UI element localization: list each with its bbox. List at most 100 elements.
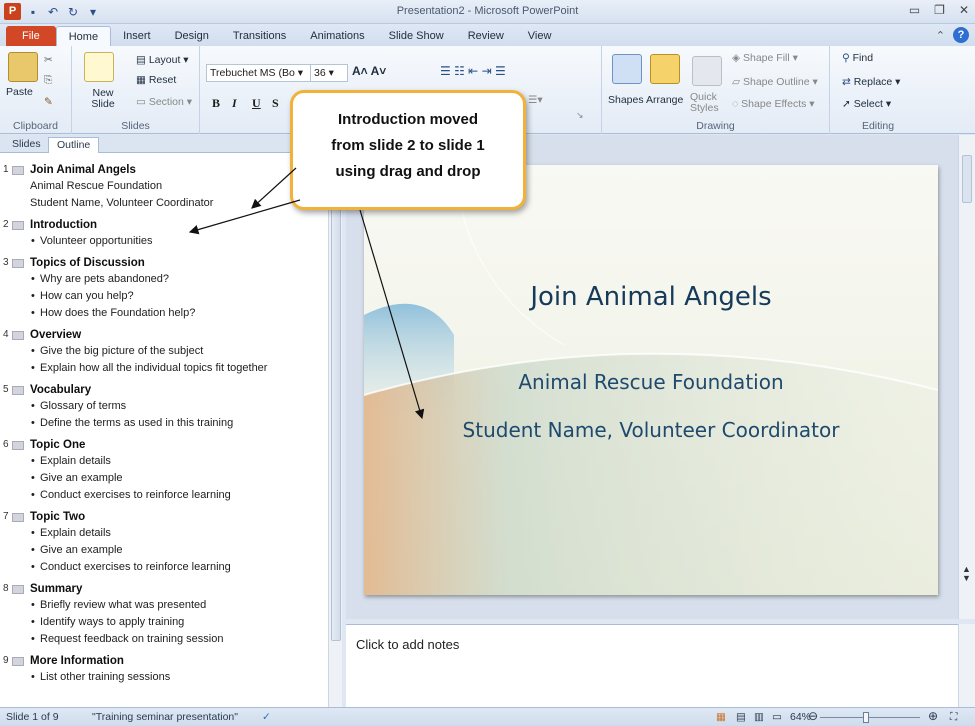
spelling-check-icon[interactable]: ✓ xyxy=(262,711,271,723)
tab-design[interactable]: Design xyxy=(163,26,221,46)
outline-bullet[interactable]: Give the big picture of the subject xyxy=(18,343,328,360)
paragraph-launcher-icon[interactable]: ↘ xyxy=(576,110,584,121)
prev-next-slide-icon[interactable]: ▲ ▼ xyxy=(962,565,971,583)
font-name-select[interactable]: Trebuchet MS (Bo ▾ xyxy=(206,64,316,82)
outline-slide-4[interactable]: 4 OverviewGive the big picture of the sub… xyxy=(0,328,328,383)
shape-outline-button[interactable]: ▱ Shape Outline ▾ xyxy=(732,76,818,88)
outline-scrollbar[interactable] xyxy=(328,153,342,707)
slide-title[interactable]: Join Animal Angels xyxy=(364,282,938,312)
align-icon[interactable]: ☰▾ xyxy=(528,94,543,106)
strikethrough-button[interactable]: S xyxy=(272,96,279,111)
slide-icon[interactable] xyxy=(12,331,24,340)
slide-icon[interactable] xyxy=(12,513,24,522)
restore-icon[interactable]: ❐ xyxy=(934,3,945,17)
paste-button[interactable]: Paste xyxy=(6,86,33,98)
outline-slide-title[interactable]: Topic One xyxy=(18,438,328,453)
zoom-slider-knob[interactable] xyxy=(863,712,869,723)
quick-styles-button[interactable]: Quick Styles xyxy=(690,92,724,114)
outline-scroll-thumb[interactable] xyxy=(331,161,341,641)
new-slide-button[interactable]: New Slide xyxy=(88,88,118,110)
slide-subtitle[interactable]: Animal Rescue Foundation xyxy=(364,370,938,394)
minimize-icon[interactable]: ▭ xyxy=(909,3,920,17)
quick-styles-icon[interactable] xyxy=(692,56,722,86)
outline-bullet[interactable]: Volunteer opportunities xyxy=(18,233,328,250)
outline-bullet[interactable]: Give an example xyxy=(18,542,328,559)
slide-icon[interactable] xyxy=(12,386,24,395)
notes-pane[interactable]: Click to add notes xyxy=(346,624,958,707)
slide-icon[interactable] xyxy=(12,585,24,594)
slide-icon[interactable] xyxy=(12,166,24,175)
select-button[interactable]: ➚ Select ▾ xyxy=(842,98,891,110)
slide-scroll-thumb[interactable] xyxy=(962,155,972,203)
bullets-icon[interactable]: ☰ ☷ ⇤ ⇥ ☰ xyxy=(440,64,506,78)
theme-name[interactable]: "Training seminar presentation" xyxy=(92,711,238,723)
outline-text-line[interactable]: Animal Rescue Foundation xyxy=(18,178,328,195)
font-size-select[interactable]: 36 ▾ xyxy=(310,64,348,82)
notes-placeholder[interactable]: Click to add notes xyxy=(356,637,459,652)
slide-icon[interactable] xyxy=(12,657,24,666)
outline-slide-title[interactable]: Join Animal Angels xyxy=(18,163,328,178)
cut-icon[interactable]: ✂ xyxy=(44,54,53,66)
format-painter-icon[interactable]: ✎ xyxy=(44,96,53,108)
outline-text-line[interactable]: Student Name, Volunteer Coordinator xyxy=(18,195,328,212)
outline-bullet[interactable]: Request feedback on training session xyxy=(18,631,328,648)
zoom-out-icon[interactable]: ⊖ xyxy=(808,709,818,723)
tab-slides[interactable]: Slides xyxy=(4,137,49,153)
tab-insert[interactable]: Insert xyxy=(111,26,163,46)
outline-bullet[interactable]: Give an example xyxy=(18,470,328,487)
minimize-ribbon-icon[interactable]: ⌃ xyxy=(936,29,945,42)
section-button[interactable]: ▭ Section ▾ xyxy=(136,96,192,108)
outline-bullet[interactable]: How can you help? xyxy=(18,288,328,305)
slide-canvas[interactable]: Join Animal Angels Animal Rescue Foundat… xyxy=(364,165,938,595)
italic-button[interactable]: I xyxy=(232,96,237,111)
outline-bullet[interactable]: Conduct exercises to reinforce learning xyxy=(18,559,328,576)
reading-view-icon[interactable]: ▥ xyxy=(754,711,764,723)
outline-bullet[interactable]: Briefly review what was presented xyxy=(18,597,328,614)
copy-icon[interactable]: ⎘ xyxy=(44,74,52,87)
grow-font-icon[interactable]: A˄ A˅ xyxy=(352,64,386,78)
help-icon[interactable]: ? xyxy=(953,27,969,43)
outline-bullet[interactable]: Why are pets abandoned? xyxy=(18,271,328,288)
notes-scrollbar[interactable] xyxy=(958,624,975,707)
outline-slide-5[interactable]: 5 VocabularyGlossary of termsDefine the t… xyxy=(0,383,328,438)
shape-effects-button[interactable]: ◌ Shape Effects ▾ xyxy=(732,98,815,110)
slide-scrollbar[interactable]: ▲ ▼ xyxy=(958,135,975,619)
paste-icon[interactable] xyxy=(8,52,38,82)
outline-slide-3[interactable]: 3 Topics of DiscussionWhy are pets abando… xyxy=(0,256,328,328)
slide-subtitle-2[interactable]: Student Name, Volunteer Coordinator xyxy=(364,418,938,442)
zoom-slider[interactable] xyxy=(820,717,920,718)
close-icon[interactable]: ✕ xyxy=(959,3,969,17)
outline-bullet[interactable]: Explain details xyxy=(18,453,328,470)
zoom-in-icon[interactable]: ⊕ xyxy=(928,709,938,723)
tab-file[interactable]: File xyxy=(6,26,56,46)
outline-slide-7[interactable]: 7 Topic TwoExplain detailsGive an example… xyxy=(0,510,328,582)
outline-bullet[interactable]: Identify ways to apply training xyxy=(18,614,328,631)
outline-slide-title[interactable]: Topics of Discussion xyxy=(18,256,328,271)
outline-bullet[interactable]: Glossary of terms xyxy=(18,398,328,415)
outline-slide-1[interactable]: 1 Join Animal Angels Animal Rescue Foundat… xyxy=(0,163,328,218)
outline-bullet[interactable]: List other training sessions xyxy=(18,669,328,686)
replace-button[interactable]: ⇄ Replace ▾ xyxy=(842,76,900,88)
new-slide-icon[interactable] xyxy=(84,52,114,82)
outline-bullet[interactable]: Conduct exercises to reinforce learning xyxy=(18,487,328,504)
shape-fill-button[interactable]: ◈ Shape Fill ▾ xyxy=(732,52,798,64)
shapes-button[interactable]: Shapes xyxy=(608,94,644,106)
outline-slide-title[interactable]: Vocabulary xyxy=(18,383,328,398)
reset-button[interactable]: ▦ Reset xyxy=(136,74,176,86)
outline-slide-title[interactable]: More Information xyxy=(18,654,328,669)
arrange-button[interactable]: Arrange xyxy=(646,94,683,106)
find-button[interactable]: ⚲ Find xyxy=(842,52,873,64)
slideshow-view-icon[interactable]: ▭ xyxy=(772,711,782,723)
outline-bullet[interactable]: Explain how all the individual topics fi… xyxy=(18,360,328,377)
slide-icon[interactable] xyxy=(12,221,24,230)
outline-slide-title[interactable]: Summary xyxy=(18,582,328,597)
tab-home[interactable]: Home xyxy=(55,26,112,46)
fit-slide-icon[interactable]: ⛶ xyxy=(950,711,957,724)
tab-review[interactable]: Review xyxy=(456,26,516,46)
tab-view[interactable]: View xyxy=(516,26,564,46)
tab-transitions[interactable]: Transitions xyxy=(221,26,298,46)
slide-sorter-icon[interactable]: ▤ xyxy=(736,711,746,723)
outline-bullet[interactable]: How does the Foundation help? xyxy=(18,305,328,322)
shapes-icon[interactable] xyxy=(612,54,642,84)
underline-button[interactable]: U xyxy=(252,96,261,111)
